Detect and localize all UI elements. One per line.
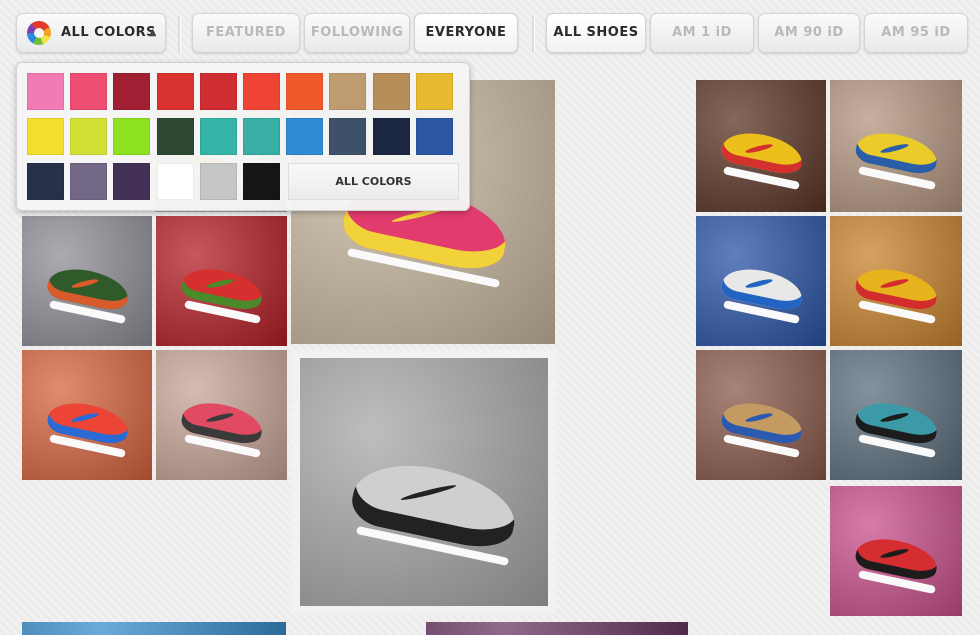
color-swatch[interactable] [70,118,108,155]
photo-tile[interactable] [696,216,826,346]
filter-am90-id[interactable]: AM 90 iD [758,13,860,53]
photo-tile[interactable] [22,216,152,346]
color-swatch[interactable] [372,73,410,110]
filter-am95-id[interactable]: AM 95 iD [864,13,968,53]
color-swatch[interactable] [156,163,194,200]
photo-tile[interactable] [292,350,556,614]
toolbar-divider [178,16,180,52]
photo-tile[interactable] [696,350,826,480]
photo-tile[interactable] [22,350,152,480]
color-swatch[interactable] [156,118,194,155]
color-swatch[interactable] [199,163,237,200]
color-picker-panel: ALL COLORS [16,62,470,211]
tab-featured[interactable]: FEATURED [192,13,300,53]
color-swatch[interactable] [27,73,64,110]
color-swatch[interactable] [372,118,410,155]
photo-tile[interactable] [830,350,962,480]
color-swatch[interactable] [113,163,151,200]
tab-everyone[interactable]: EVERYONE [414,13,518,53]
color-swatch[interactable] [113,118,151,155]
color-swatch[interactable] [70,73,108,110]
color-swatch[interactable] [243,118,280,155]
toolbar-divider [532,16,534,52]
photo-tile[interactable] [830,486,962,616]
photo-tile[interactable] [830,80,962,212]
color-swatch[interactable] [156,73,194,110]
color-filter-label: ALL COLORS [61,25,156,40]
photo-tile[interactable] [830,216,962,346]
filter-all-shoes[interactable]: ALL SHOES [546,13,646,53]
color-swatch[interactable] [415,118,453,155]
filter-am1-id[interactable]: AM 1 iD [650,13,754,53]
color-swatch[interactable] [286,73,324,110]
photo-tile[interactable] [156,216,287,346]
color-swatch[interactable] [329,73,367,110]
photo-tile[interactable] [696,80,826,212]
color-swatch[interactable] [113,73,151,110]
photo-tile[interactable] [22,622,286,635]
color-swatch[interactable] [27,163,64,200]
color-swatch[interactable] [243,163,280,200]
photo-tile[interactable] [156,350,287,480]
caret-up-icon: ▲ [148,27,157,38]
color-swatch[interactable] [199,118,237,155]
color-swatch[interactable] [199,73,237,110]
color-swatch[interactable] [329,118,367,155]
color-swatch[interactable] [415,73,453,110]
color-swatch[interactable] [286,118,324,155]
color-swatch[interactable] [243,73,280,110]
sneaker-image [347,452,522,554]
photo-tile[interactable] [426,622,688,635]
tab-following[interactable]: FOLLOWING [304,13,410,53]
color-filter-dropdown[interactable]: ALL COLORS ▲ [16,13,166,53]
color-swatch[interactable] [27,118,64,155]
all-colors-button[interactable]: ALL COLORS [288,163,459,200]
color-wheel-icon [27,21,51,45]
color-swatch[interactable] [70,163,108,200]
